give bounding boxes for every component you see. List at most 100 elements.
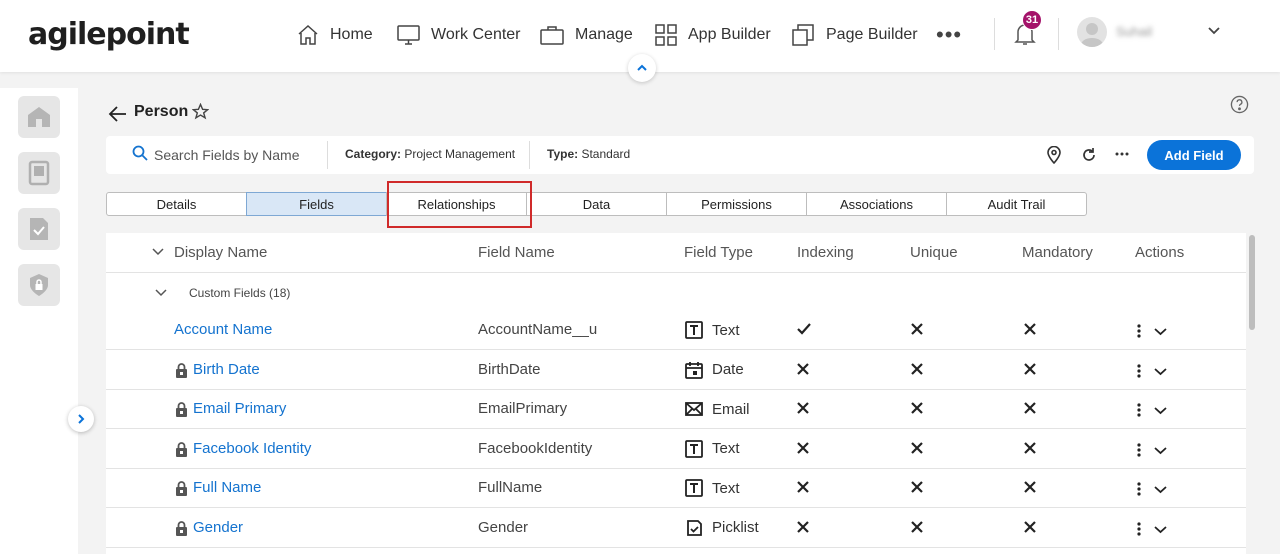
chevron-down-icon[interactable] bbox=[155, 288, 167, 298]
refresh-icon[interactable] bbox=[1081, 146, 1097, 169]
nav-divider bbox=[1058, 18, 1059, 50]
vertical-scrollbar[interactable] bbox=[1249, 235, 1255, 330]
page-title: Person bbox=[134, 103, 189, 120]
nav-home[interactable]: Home bbox=[296, 21, 373, 49]
expand-sidebar-button[interactable] bbox=[68, 406, 94, 432]
lock-icon bbox=[175, 402, 188, 422]
row-menu-icon[interactable] bbox=[1136, 402, 1142, 423]
chevron-down-icon[interactable] bbox=[1206, 24, 1222, 43]
chevron-down-icon[interactable] bbox=[152, 247, 164, 257]
shield-lock-icon bbox=[30, 274, 48, 296]
tab-permissions[interactable]: Permissions bbox=[666, 192, 807, 216]
location-pin-icon[interactable] bbox=[1046, 145, 1062, 169]
display-name-link[interactable]: Account Name bbox=[174, 321, 272, 338]
more-options-icon[interactable] bbox=[1114, 144, 1130, 167]
cross-icon bbox=[796, 362, 810, 381]
back-arrow-icon[interactable] bbox=[108, 104, 128, 129]
field-type-cell: Text bbox=[684, 320, 740, 340]
cross-icon bbox=[1023, 480, 1037, 499]
header-mandatory[interactable]: Mandatory bbox=[1022, 244, 1093, 261]
table-row[interactable]: Account Name AccountName__u Text bbox=[106, 311, 1246, 350]
monitor-icon bbox=[397, 25, 420, 45]
header-field-type[interactable]: Field Type bbox=[684, 244, 753, 261]
field-name-cell: FacebookIdentity bbox=[478, 439, 593, 457]
cross-icon bbox=[796, 480, 810, 499]
table-row[interactable]: Gender Gender Picklist bbox=[106, 509, 1246, 548]
filter-divider bbox=[529, 141, 530, 169]
row-menu-icon[interactable] bbox=[1136, 442, 1142, 463]
tab-associations[interactable]: Associations bbox=[806, 192, 947, 216]
nav-work-center[interactable]: Work Center bbox=[396, 21, 521, 49]
display-name-link[interactable]: Birth Date bbox=[193, 361, 260, 378]
text-type-icon bbox=[684, 320, 708, 340]
tab-audit-trail[interactable]: Audit Trail bbox=[946, 192, 1087, 216]
type-meta: Type: Standard bbox=[547, 147, 630, 161]
chevron-down-icon[interactable] bbox=[1154, 482, 1167, 500]
group-row-custom-fields[interactable]: Custom Fields (18) bbox=[106, 273, 1246, 311]
cross-icon bbox=[910, 441, 924, 460]
field-name-cell: AccountName__u bbox=[478, 321, 598, 338]
field-type-label: Text bbox=[712, 440, 740, 457]
nav-page-builder[interactable]: Page Builder bbox=[791, 21, 918, 49]
nav-home-label: Home bbox=[330, 26, 373, 43]
tablet-icon bbox=[28, 160, 50, 186]
agilepoint-logo[interactable]: agilepoint bbox=[28, 17, 190, 52]
rail-home-button[interactable] bbox=[18, 96, 60, 138]
header-indexing[interactable]: Indexing bbox=[797, 244, 854, 261]
building-icon bbox=[28, 107, 50, 127]
chevron-down-icon[interactable] bbox=[1154, 522, 1167, 540]
table-row[interactable]: Email Primary EmailPrimary Email bbox=[106, 390, 1246, 429]
tab-fields[interactable]: Fields bbox=[246, 192, 387, 216]
nav-manage[interactable]: Manage bbox=[539, 21, 633, 49]
filter-bar: Category: Project Management Type: Stand… bbox=[106, 136, 1254, 174]
row-menu-icon[interactable] bbox=[1136, 363, 1142, 384]
nav-divider bbox=[994, 18, 995, 50]
row-menu-icon[interactable] bbox=[1136, 323, 1142, 344]
display-name-link[interactable]: Gender bbox=[193, 519, 243, 536]
collapse-header-button[interactable] bbox=[628, 54, 656, 82]
chevron-down-icon[interactable] bbox=[1154, 403, 1167, 421]
user-avatar[interactable] bbox=[1077, 17, 1107, 47]
header-field-name[interactable]: Field Name bbox=[478, 244, 555, 261]
display-name-link[interactable]: Facebook Identity bbox=[193, 440, 311, 457]
search-fields-input[interactable] bbox=[154, 144, 314, 166]
table-row[interactable]: Birth Date BirthDate Date bbox=[106, 351, 1246, 390]
field-type-label: Email bbox=[712, 400, 750, 418]
row-menu-icon[interactable] bbox=[1136, 521, 1142, 542]
field-type-label: Picklist bbox=[712, 519, 759, 536]
favorite-star-icon[interactable] bbox=[191, 102, 210, 125]
display-name-link[interactable]: Email Primary bbox=[193, 400, 286, 417]
lock-icon bbox=[175, 481, 188, 501]
nav-app-builder[interactable]: App Builder bbox=[654, 21, 771, 49]
header-unique[interactable]: Unique bbox=[910, 244, 958, 261]
more-menu-icon[interactable]: ••• bbox=[936, 22, 962, 48]
table-header-row: Display Name Field Name Field Type Index… bbox=[106, 233, 1246, 273]
row-menu-icon[interactable] bbox=[1136, 481, 1142, 502]
cross-icon bbox=[796, 441, 810, 460]
field-type-cell: Date bbox=[684, 360, 744, 380]
user-name[interactable]: Suhail bbox=[1116, 24, 1152, 39]
table-row[interactable]: Full Name FullName Text bbox=[106, 469, 1246, 508]
chevron-up-icon bbox=[637, 64, 647, 71]
chevron-down-icon[interactable] bbox=[1154, 324, 1167, 342]
nav-page-builder-label: Page Builder bbox=[826, 26, 918, 43]
rail-app-button[interactable] bbox=[18, 152, 60, 194]
rail-security-button[interactable] bbox=[18, 264, 60, 306]
cross-icon bbox=[796, 401, 810, 420]
nav-work-center-label: Work Center bbox=[431, 26, 521, 43]
display-name-link[interactable]: Full Name bbox=[193, 479, 261, 496]
pages-icon bbox=[792, 24, 814, 46]
add-field-button[interactable]: Add Field bbox=[1147, 140, 1241, 170]
tab-data[interactable]: Data bbox=[526, 192, 667, 216]
header-display-name[interactable]: Display Name bbox=[174, 244, 267, 261]
table-row[interactable]: Facebook Identity FacebookIdentity Text bbox=[106, 430, 1246, 469]
field-type-cell: Text bbox=[684, 439, 740, 459]
chevron-down-icon[interactable] bbox=[1154, 443, 1167, 461]
rail-document-button[interactable] bbox=[18, 208, 60, 250]
chevron-down-icon[interactable] bbox=[1154, 364, 1167, 382]
check-icon bbox=[796, 322, 812, 341]
help-icon[interactable] bbox=[1230, 95, 1249, 119]
filter-divider bbox=[327, 141, 328, 169]
calendar-icon bbox=[684, 360, 708, 380]
tab-details[interactable]: Details bbox=[106, 192, 247, 216]
